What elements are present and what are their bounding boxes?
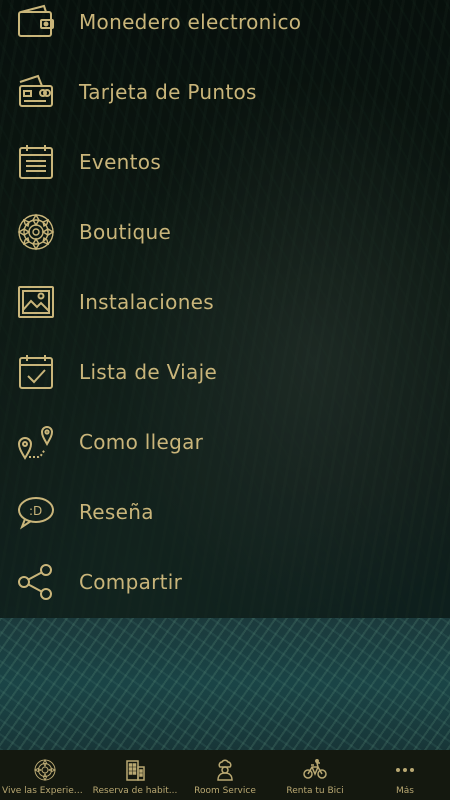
more-icon xyxy=(393,758,417,782)
menu-item-label: Instalaciones xyxy=(79,290,214,314)
points-card-icon xyxy=(16,72,56,112)
menu-item-facilities[interactable]: Instalaciones xyxy=(0,267,450,337)
background-photo-lower xyxy=(0,618,450,750)
image-icon xyxy=(16,282,56,322)
tab-label: Renta tu Bici xyxy=(286,786,344,796)
menu-item-label: Como llegar xyxy=(79,430,204,454)
menu-item-label: Eventos xyxy=(79,150,162,174)
share-icon xyxy=(16,562,56,602)
menu-item-share[interactable]: Compartir xyxy=(0,547,450,617)
bicycle-icon xyxy=(303,758,327,782)
menu-item-label: Lista de Viaje xyxy=(79,360,218,384)
tab-more[interactable]: Más xyxy=(360,750,450,800)
menu-item-label: Compartir xyxy=(79,570,183,594)
menu-item-directions[interactable]: Como llegar xyxy=(0,407,450,477)
mandala-icon xyxy=(16,212,56,252)
tab-label: Reserva de habit... xyxy=(92,786,178,796)
menu-item-review[interactable]: :D Reseña xyxy=(0,477,450,547)
menu-item-boutique[interactable]: Boutique xyxy=(0,197,450,267)
calendar-check-icon xyxy=(16,352,56,392)
menu-item-wallet[interactable]: Monedero electronico xyxy=(0,0,450,57)
tab-label: Room Service xyxy=(194,786,256,796)
menu-item-points-card[interactable]: Tarjeta de Puntos xyxy=(0,57,450,127)
bottom-tab-bar: Vive las Experien... Reserva de habit... xyxy=(0,750,450,800)
menu-item-label: Tarjeta de Puntos xyxy=(79,80,257,104)
chat-smile-icon: :D xyxy=(16,492,56,532)
tab-label: Más xyxy=(396,786,414,796)
tab-room-booking[interactable]: Reserva de habit... xyxy=(90,750,180,800)
wallet-icon xyxy=(16,2,56,42)
route-pin-icon xyxy=(16,422,56,462)
menu-item-label: Reseña xyxy=(79,500,154,524)
menu-item-label: Monedero electronico xyxy=(79,10,302,34)
building-icon xyxy=(123,758,147,782)
calendar-list-icon xyxy=(16,142,56,182)
tab-room-service[interactable]: Room Service xyxy=(180,750,270,800)
menu-item-events[interactable]: Eventos xyxy=(0,127,450,197)
svg-text::D: :D xyxy=(29,504,42,518)
menu-item-travel-list[interactable]: Lista de Viaje xyxy=(0,337,450,407)
menu-item-label: Boutique xyxy=(79,220,172,244)
tab-experiences[interactable]: Vive las Experien... xyxy=(0,750,90,800)
mandala-icon xyxy=(33,758,57,782)
tab-label: Vive las Experien... xyxy=(2,786,88,796)
tab-bike-rental[interactable]: Renta tu Bici xyxy=(270,750,360,800)
chef-icon xyxy=(213,758,237,782)
